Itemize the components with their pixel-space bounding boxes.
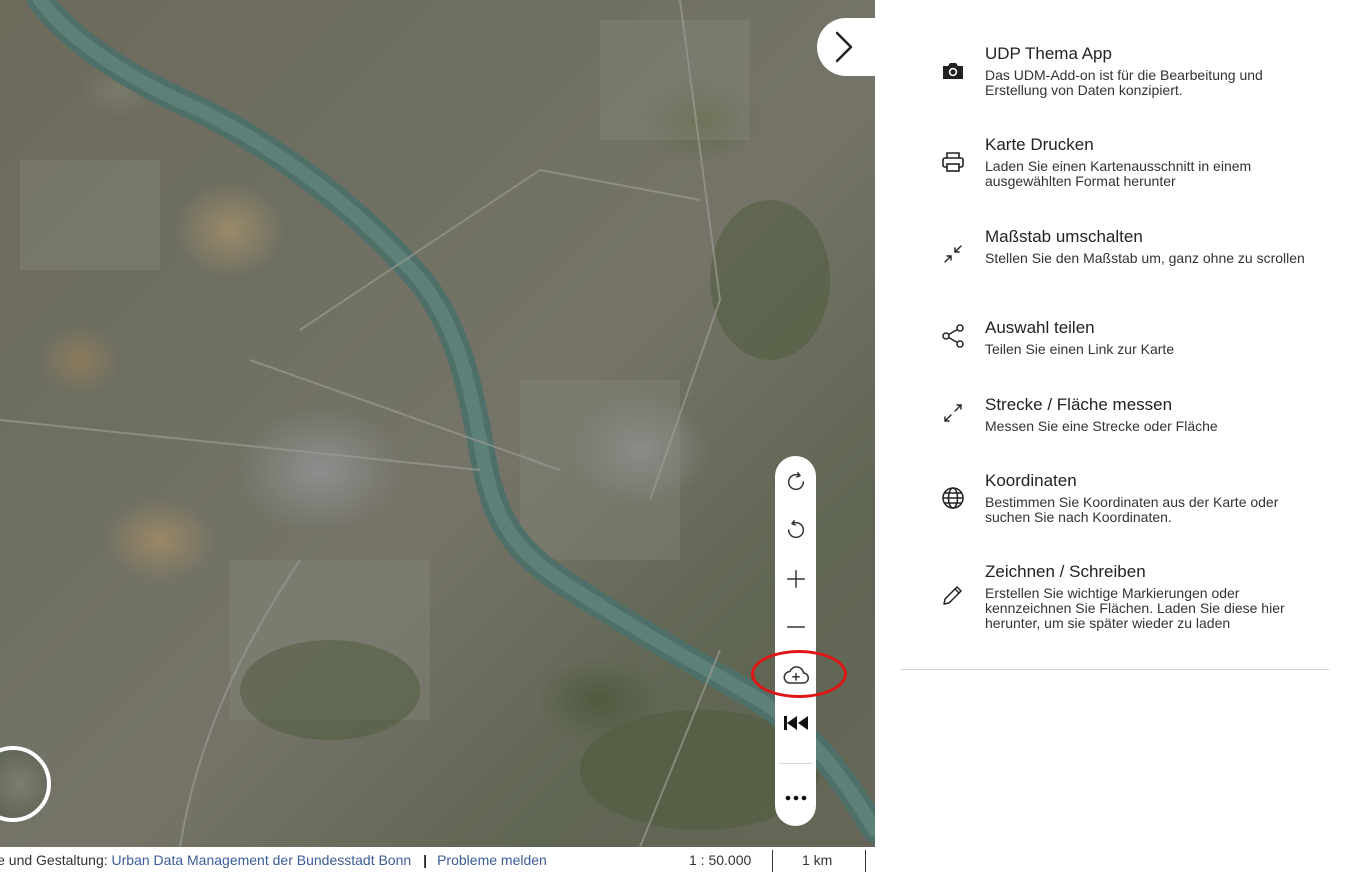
tools-panel: UDP Thema App Das UDM-Add-on ist für die… [875,0,1355,873]
map-toolbar [775,456,816,826]
zoom-out-button[interactable] [775,607,816,647]
menu-item-description: Das UDM-Add-on ist für die Bearbeitung u… [985,67,1263,98]
menu-item-auswahl-teilen[interactable]: Auswahl teilen Teilen Sie einen Link zur… [935,318,1335,362]
share-icon [935,321,971,351]
menu-item-massstab-umschalten[interactable]: Maßstab umschalten Stellen Sie den Maßst… [935,227,1335,287]
footer-separator: | [423,852,428,868]
menu-item-title: Karte Drucken [985,135,1094,154]
rotate-counterclockwise-button[interactable] [775,510,816,550]
scale-bar-label: 1 km [802,852,833,868]
menu-item-description: Laden Sie einen Kartenausschnitt in eine… [985,158,1252,189]
add-layer-button[interactable] [775,655,816,695]
pencil-icon [935,580,971,610]
skip-back-icon [783,716,808,730]
menu-item-karte-drucken[interactable]: Karte Drucken Laden Sie einen Kartenauss… [935,135,1335,195]
satellite-imagery [0,0,875,847]
globe-icon [935,483,971,513]
report-problem-link[interactable]: Probleme melden [437,852,547,868]
cloud-plus-icon [783,666,809,684]
menu-item-title: Koordinaten [985,471,1077,490]
plus-icon [786,570,805,588]
menu-item-description: Bestimmen Sie Koordinaten aus der Karte … [985,494,1279,525]
more-horizontal-icon [785,795,806,801]
rotate-clockwise-button[interactable] [775,462,816,502]
toolbar-divider [779,763,812,764]
minus-icon [786,626,805,628]
minimize-icon [935,239,971,269]
menu-item-koordinaten[interactable]: Koordinaten Bestimmen Sie Koordinaten au… [935,471,1335,531]
map-view[interactable] [0,0,875,847]
menu-item-strecke-flaeche-messen[interactable]: Strecke / Fläche messen Messen Sie eine … [935,395,1335,439]
collapse-panel-button[interactable] [817,18,875,76]
menu-item-title: Zeichnen / Schreiben [985,562,1146,581]
menu-item-description: Teilen Sie einen Link zur Karte [985,341,1175,357]
rotate-cw-icon [787,472,804,491]
menu-item-title: Strecke / Fläche messen [985,395,1173,414]
chevron-right-icon [835,31,853,63]
menu-item-title: Maßstab umschalten [985,227,1143,246]
credits-prefix: ie und Gestaltung: [0,852,112,868]
scale-indicator[interactable]: 1 : 50.000 [689,852,751,868]
credits: ie und Gestaltung: Urban Data Management… [0,852,547,868]
footer-divider [865,850,866,872]
camera-icon [935,56,971,86]
more-tools-button[interactable] [775,778,816,818]
map-footer: ie und Gestaltung: Urban Data Management… [0,847,875,873]
printer-icon [935,147,971,177]
menu-item-zeichnen-schreiben[interactable]: Zeichnen / Schreiben Erstellen Sie wicht… [935,562,1335,638]
menu-item-description: Messen Sie eine Strecke oder Fläche [985,418,1218,434]
menu-item-title: Auswahl teilen [985,318,1095,337]
maximize-icon [935,398,971,428]
menu-item-udp-thema-app[interactable]: UDP Thema App Das UDM-Add-on ist für die… [935,44,1335,104]
zoom-in-button[interactable] [775,559,816,599]
previous-view-button[interactable] [775,703,816,743]
menu-item-description: Stellen Sie den Maßstab um, ganz ohne zu… [985,250,1305,266]
credits-link[interactable]: Urban Data Management der Bundesstadt Bo… [112,852,412,868]
menu-item-description: Erstellen Sie wichtige Markierungen oder… [985,585,1285,631]
rotate-ccw-icon [787,520,804,539]
panel-divider [901,669,1329,670]
footer-divider [772,850,773,872]
menu-item-title: UDP Thema App [985,44,1112,63]
